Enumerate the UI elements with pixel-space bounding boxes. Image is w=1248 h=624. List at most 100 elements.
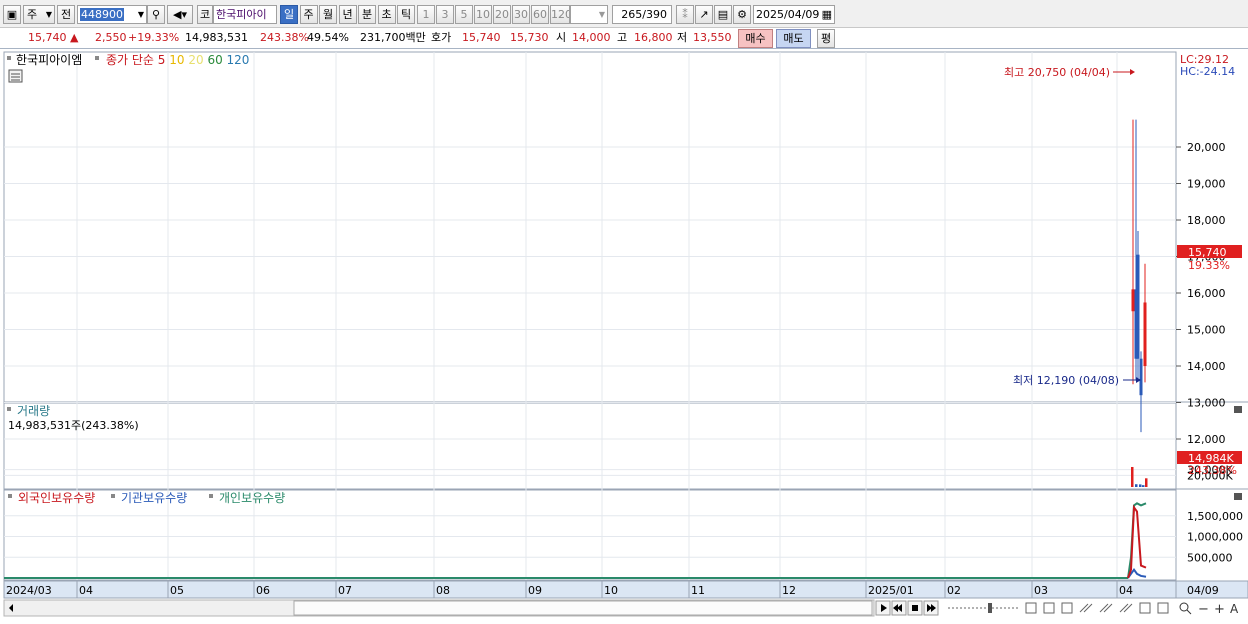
crosshair-icon[interactable] (1079, 603, 1093, 613)
window-menu-icon[interactable]: ▣ (3, 5, 21, 24)
price-y-tick: 20,000 (1187, 141, 1226, 154)
volume-panel-title[interactable]: 거래량 (17, 404, 50, 418)
extra-button[interactable]: 평 (817, 29, 835, 48)
x-axis-label: 02 (947, 584, 961, 597)
stock-code-input[interactable]: 448900 ▼ (77, 5, 147, 24)
x-axis-label: 04 (1119, 584, 1133, 597)
zoom-in-icon[interactable]: + (1214, 602, 1225, 617)
price-panel-frame (3, 51, 1177, 403)
layout-icon[interactable] (1025, 602, 1037, 614)
interval-tab[interactable]: 5 (455, 5, 473, 24)
ma-period-label: 60 (207, 53, 226, 67)
ma-legend[interactable]: 종가 단순 5 10 20 60 120 (106, 53, 249, 67)
period-tab[interactable]: 초 (377, 5, 396, 24)
volume-bar (1142, 485, 1145, 487)
layout-icon[interactable] (1139, 602, 1151, 614)
interval-tab[interactable]: 3 (436, 5, 454, 24)
save-icon[interactable]: ▤ (714, 5, 732, 24)
candle-body (1131, 289, 1135, 312)
current-price-tag-text: 15,740 (1188, 246, 1227, 259)
ma-period-label: 20 (188, 53, 207, 67)
holding-legend-label[interactable]: 개인보유수량 (219, 491, 285, 505)
panel-marker-icon (111, 494, 115, 498)
ma-type-label: 종가 단순 (106, 53, 158, 67)
zoom-out-icon[interactable]: − (1198, 602, 1209, 617)
x-axis-label: 08 (436, 584, 450, 597)
interval-tab[interactable]: 30 (512, 5, 530, 24)
price-panel-name[interactable]: 한국피아이엠 (16, 53, 82, 67)
scrollbar-thumb[interactable] (293, 600, 873, 616)
volume-bar (1139, 484, 1142, 487)
period-tab[interactable]: 분 (358, 5, 376, 24)
ko-button[interactable]: 코 (197, 5, 213, 24)
holding-legend[interactable]: 외국인보유수량 기관보유수량 개인보유수량 (8, 491, 285, 505)
candle-body (1143, 302, 1147, 366)
interval-tab[interactable]: 60 (531, 5, 549, 24)
x-axis-label: 05 (170, 584, 184, 597)
period-tab[interactable]: 틱 (397, 5, 415, 24)
x-axis-label: 10 (604, 584, 618, 597)
period-tab[interactable]: 월 (319, 5, 337, 24)
draw-icon[interactable] (1119, 603, 1133, 613)
volume-panel-value: 14,983,531주(243.38%) (8, 419, 139, 432)
period-tab[interactable]: 년 (338, 5, 357, 24)
period-tab[interactable]: 주 (299, 5, 318, 24)
x-axis-label: 12 (782, 584, 796, 597)
volume-panel-frame (3, 402, 1177, 490)
draw-icon[interactable] (1099, 603, 1113, 613)
interval-tab[interactable]: 1 (417, 5, 435, 24)
quote-bar: 15,740 ▲ 2,550 +19.33% 14,983,531 243.38… (0, 28, 1248, 49)
holding-legend-label[interactable]: 기관보유수량 (121, 491, 187, 505)
x-axis-current-date: 04/09 (1187, 584, 1219, 597)
stock-name-field[interactable]: 한국피아이 (213, 5, 277, 24)
layout-icon[interactable] (1043, 602, 1055, 614)
stock-code-value: 448900 (80, 8, 124, 21)
chart-area: 20,00019,00018,00017,00016,00015,00014,0… (0, 50, 1248, 621)
interval-tab[interactable]: 20 (493, 5, 511, 24)
prev-button[interactable]: 전 (57, 5, 75, 24)
zoom-icon[interactable] (1179, 602, 1189, 612)
count-total: /390 (642, 8, 667, 21)
chevron-down-icon[interactable]: ▼ (138, 6, 144, 23)
gear-icon[interactable]: ⚙ (733, 5, 751, 24)
stock-chart[interactable]: 20,00019,00018,00017,00016,00015,00014,0… (0, 50, 1248, 621)
search-icon[interactable]: ⚲ (147, 5, 165, 24)
volume-pct-text: 243.38% (1188, 464, 1237, 477)
x-axis-label: 03 (1034, 584, 1048, 597)
interval-tab[interactable]: 10 (474, 5, 492, 24)
period-tab[interactable]: 일 (280, 5, 298, 24)
panel-marker-icon (95, 56, 99, 60)
change-pct: +19.33% (128, 31, 180, 44)
market-select[interactable]: 주 ▼ (23, 5, 55, 24)
calendar-icon[interactable]: ▦ (822, 6, 832, 23)
layout-icon[interactable] (1157, 602, 1169, 614)
interval-dropdown[interactable]: ▼ (570, 5, 608, 24)
high-label: 고 (617, 31, 628, 44)
market-label: 주 (27, 8, 38, 21)
chart-type-icon[interactable]: ⁑ (676, 5, 694, 24)
sell-button[interactable]: 매도 (776, 29, 811, 48)
current-price: 15,740 ▲ (28, 31, 78, 45)
low-price: 13,550 (693, 31, 732, 44)
date-field[interactable]: 2025/04/09 ▦ (753, 5, 835, 24)
candle-body (1139, 358, 1143, 396)
volume-value: 14,983,531 (185, 31, 248, 44)
sound-icon[interactable]: ◀▾ (167, 5, 193, 24)
font-size-icon[interactable]: A (1230, 602, 1239, 616)
holding-y-tick: 1,000,000 (1187, 531, 1243, 544)
high-price: 16,800 (634, 31, 673, 44)
count-field[interactable]: 265/390 (612, 5, 672, 24)
zoom-slider[interactable] (948, 603, 1020, 613)
hoga-label: 호가 (431, 31, 452, 44)
interval-tab[interactable]: 120 (550, 5, 570, 24)
panel-close-icon[interactable] (1234, 493, 1242, 500)
tool-icons: − + A (1025, 602, 1239, 617)
holding-legend-label[interactable]: 외국인보유수량 (18, 491, 95, 505)
panel-close-icon[interactable] (1234, 406, 1242, 413)
bid-price: 15,730 (510, 31, 549, 44)
buy-button[interactable]: 매수 (738, 29, 773, 48)
volume-bar (1135, 484, 1138, 487)
draw-tool-icon[interactable]: ↗ (695, 5, 713, 24)
layout-icon[interactable] (1061, 602, 1073, 614)
change-value: 2,550 (95, 31, 127, 44)
